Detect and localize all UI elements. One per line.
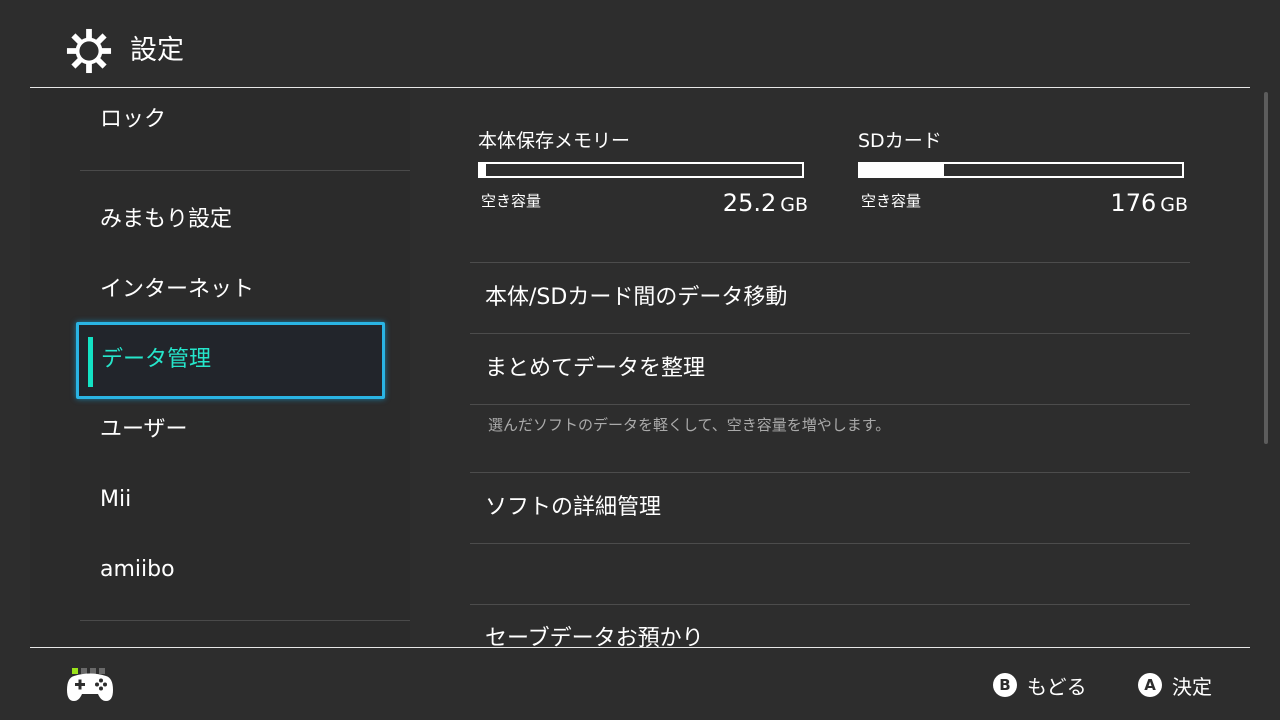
sd-free-unit: GB <box>1160 194 1188 216</box>
menu-divider <box>470 333 1190 334</box>
menu-divider <box>470 604 1190 605</box>
data-management-panel: 本体保存メモリー 空き容量 25.2 GB SDカード 空き容量 176 GB 本体… <box>410 88 1250 647</box>
sd-card-bar-fill <box>860 164 944 176</box>
page-title: 設定 <box>130 35 184 66</box>
sidebar-item-users[interactable]: ユーザー <box>100 415 188 445</box>
internal-free-label: 空き容量 <box>481 192 542 210</box>
footer-divider <box>30 647 1250 648</box>
internal-free-value: 25.2 GB <box>723 190 808 218</box>
menu-divider <box>470 543 1190 544</box>
b-button-icon: B <box>993 673 1017 697</box>
sidebar: ロック みまもり設定 インターネット データ管理 ユーザー Mii amiibo <box>30 88 410 647</box>
internal-storage-bar-fill <box>480 164 487 176</box>
confirm-button[interactable]: A 決定 <box>1138 670 1212 700</box>
sd-card-title: SDカード <box>858 130 942 152</box>
menu-divider <box>470 472 1190 473</box>
menu-item-quick-archive[interactable]: まとめてデータを整理 <box>485 353 705 385</box>
menu-divider <box>470 262 1190 263</box>
confirm-label: 決定 <box>1172 674 1212 699</box>
back-label: もどる <box>1027 674 1087 699</box>
sidebar-item-label: データ管理 <box>101 347 212 372</box>
sidebar-item-lock[interactable]: ロック <box>100 105 166 135</box>
internal-free-number: 25.2 <box>722 189 777 217</box>
sd-card-bar <box>858 162 1184 178</box>
menu-item-description: 選んだソフトのデータを軽くして、空き容量を増やします。 <box>488 416 891 434</box>
menu-item-transfer-data[interactable]: 本体/SDカード間のデータ移動 <box>485 282 787 314</box>
controller-icon <box>67 673 113 701</box>
sd-free-number: 176 <box>1110 189 1157 217</box>
internal-storage-info: 本体保存メモリー 空き容量 25.2 GB <box>478 128 808 216</box>
sidebar-divider <box>80 170 410 171</box>
sidebar-item-parental-controls[interactable]: みまもり設定 <box>100 205 232 235</box>
internal-free-unit: GB <box>780 194 808 216</box>
internal-storage-title: 本体保存メモリー <box>478 130 631 152</box>
sd-free-label: 空き容量 <box>861 192 922 210</box>
menu-item-save-data-cloud[interactable]: セーブデータお預かり <box>485 623 704 647</box>
gear-icon <box>66 28 112 74</box>
sidebar-item-data-management[interactable]: データ管理 <box>76 322 385 399</box>
sidebar-item-internet[interactable]: インターネット <box>100 275 254 305</box>
a-button-icon: A <box>1138 673 1162 697</box>
menu-item-manage-software[interactable]: ソフトの詳細管理 <box>485 492 661 524</box>
internal-storage-bar <box>478 162 804 178</box>
selection-accent-bar <box>88 337 93 387</box>
header: 設定 <box>0 0 1280 88</box>
back-button[interactable]: B もどる <box>993 670 1087 700</box>
sidebar-item-mii[interactable]: Mii <box>100 485 131 515</box>
sidebar-divider <box>80 620 410 621</box>
sd-free-value: 176 GB <box>1110 190 1188 218</box>
scrollbar[interactable] <box>1264 92 1268 444</box>
menu-divider <box>470 404 1190 405</box>
sd-card-info: SDカード 空き容量 176 GB <box>858 128 1188 216</box>
sidebar-item-amiibo[interactable]: amiibo <box>100 555 175 585</box>
